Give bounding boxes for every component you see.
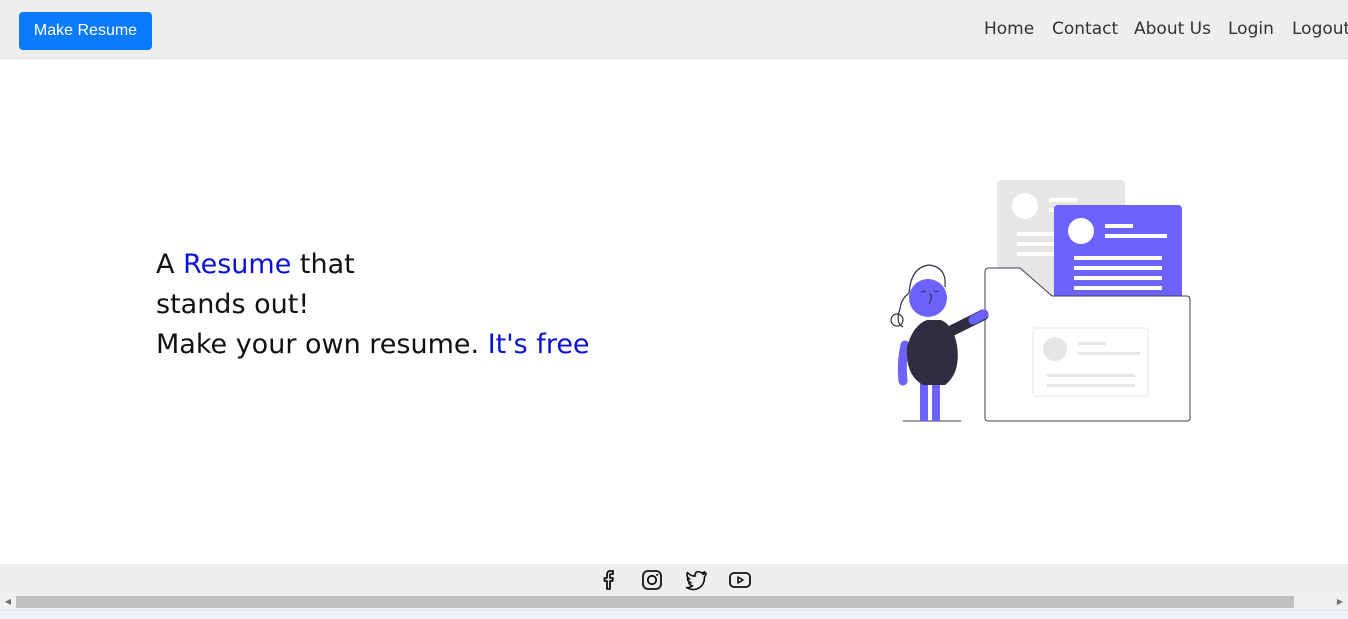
- hero-line-1-prefix: A: [156, 249, 184, 280]
- back-document-line: [1017, 232, 1057, 236]
- folder-card-line: [1078, 342, 1106, 345]
- nav-link-home[interactable]: Home: [984, 19, 1034, 39]
- folder-card-line: [1047, 384, 1135, 387]
- nav-link-contact[interactable]: Contact: [1052, 19, 1118, 39]
- nav-link-login[interactable]: Login: [1228, 19, 1274, 39]
- back-document-avatar: [1012, 193, 1038, 219]
- person-figure: [890, 264, 989, 422]
- nav-link-about-us[interactable]: About Us: [1134, 19, 1211, 39]
- back-document-line: [1017, 242, 1057, 246]
- folder-card-avatar: [1043, 337, 1067, 361]
- folder-card-line: [1078, 352, 1140, 355]
- youtube-icon[interactable]: [728, 568, 752, 592]
- horizontal-scrollbar[interactable]: ◀ ▶: [0, 594, 1348, 610]
- back-document-line: [1049, 198, 1077, 202]
- top-navbar: Make Resume Home Contact About Us Login …: [0, 0, 1348, 59]
- hero-line-3-prefix: Make your own resume.: [156, 329, 488, 360]
- hero-line-1: A Resume that: [156, 245, 590, 285]
- footer-social-bar: [0, 564, 1348, 594]
- front-card-line: [1074, 256, 1162, 260]
- front-card-line: [1074, 286, 1162, 290]
- scroll-left-arrow[interactable]: ◀: [3, 597, 13, 607]
- window-bottom-edge: [0, 610, 1348, 619]
- hero-line-1-suffix: that: [291, 249, 355, 280]
- twitter-icon[interactable]: [684, 568, 708, 592]
- scroll-right-arrow[interactable]: ▶: [1335, 597, 1345, 607]
- scrollbar-thumb[interactable]: [16, 596, 1294, 608]
- nav-link-logout[interactable]: Logout: [1292, 19, 1348, 39]
- back-document-line: [1017, 252, 1057, 256]
- front-card-line: [1074, 276, 1162, 280]
- resume-folder-illustration: [890, 180, 1191, 422]
- front-card-line: [1074, 266, 1162, 270]
- hero-free-highlight: It's free: [487, 329, 590, 360]
- hero-line-2: stands out!: [156, 289, 310, 320]
- hero-line-3: Make your own resume. It's free: [156, 325, 590, 365]
- instagram-icon[interactable]: [640, 568, 664, 592]
- front-card-avatar: [1068, 218, 1094, 244]
- facebook-icon[interactable]: [596, 568, 620, 592]
- hero-resume-highlight: Resume: [183, 249, 292, 280]
- hero-headline: A Resume that stands out! Make your own …: [156, 245, 590, 365]
- nav-links: Home Contact About Us Login Logout: [0, 19, 1348, 41]
- front-card-line: [1105, 234, 1167, 238]
- folder-card-line: [1047, 374, 1135, 377]
- front-card-line: [1105, 224, 1133, 228]
